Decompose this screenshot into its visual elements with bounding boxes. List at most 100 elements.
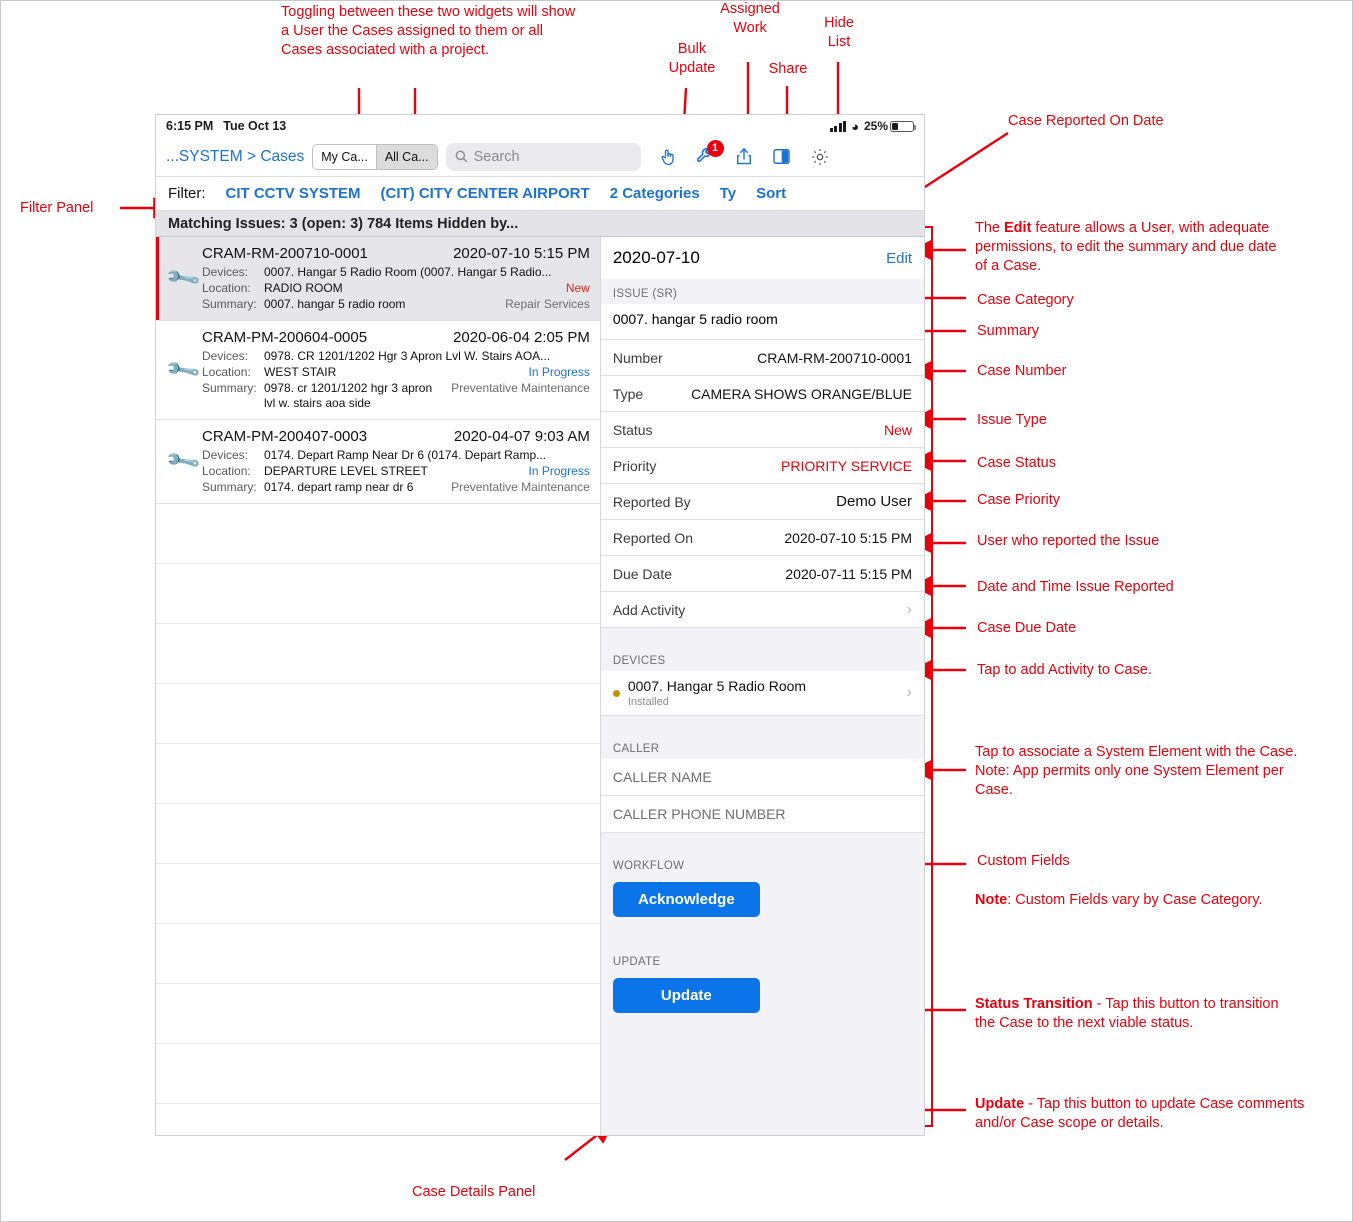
caller-name-placeholder: CALLER NAME bbox=[612, 769, 712, 785]
note-rest: : Custom Fields vary by Case Category. bbox=[1007, 892, 1263, 908]
caller-phone-placeholder: CALLER PHONE NUMBER bbox=[612, 806, 786, 822]
empty-list-row bbox=[156, 1044, 600, 1104]
caller-header: CALLER bbox=[612, 743, 660, 755]
status-cell: Status New bbox=[600, 412, 924, 448]
due-date-label: Due Date bbox=[612, 565, 672, 582]
case-summary-cell[interactable]: 0007. hangar 5 radio room bbox=[600, 304, 924, 340]
annotation-due-date: Case Due Date bbox=[977, 620, 1077, 636]
edit-anno-bold: Edit bbox=[1004, 220, 1032, 236]
annotation-custom-fields-note: Note: Custom Fields vary by Case Categor… bbox=[975, 891, 1275, 910]
acknowledge-button[interactable]: Acknowledge bbox=[612, 882, 760, 917]
cellular-signal-icon bbox=[829, 120, 847, 132]
case-list-item[interactable]: 🔧 CRAM-PM-200407-0003 2020-04-07 9:03 AM… bbox=[156, 420, 600, 504]
annotation-case-status: Case Status bbox=[977, 455, 1056, 471]
chevron-right-icon: › bbox=[906, 684, 912, 701]
bulk-update-icon[interactable] bbox=[657, 145, 679, 169]
issue-type-value: CAMERA SHOWS ORANGE/BLUE bbox=[691, 385, 912, 402]
status-badge: In Progress bbox=[528, 464, 590, 478]
workflow-header: WORKFLOW bbox=[612, 860, 685, 872]
wrench-icon: 🔧 bbox=[163, 442, 202, 480]
share-icon[interactable] bbox=[733, 145, 755, 169]
tablet-app-screenshot: 6:15 PM Tue Oct 13 ◕ 25% ...SYSTEM > Cas… bbox=[155, 114, 925, 1136]
category-value: Preventative Maintenance bbox=[451, 480, 590, 494]
filter-item-project[interactable]: (CIT) CITY CENTER AIRPORT bbox=[381, 185, 590, 202]
search-icon bbox=[455, 150, 467, 163]
empty-list-row bbox=[156, 804, 600, 864]
section-gap bbox=[600, 716, 924, 734]
case-list: 🔧 CRAM-RM-200710-0001 2020-07-10 5:15 PM… bbox=[156, 237, 600, 1135]
summary-value: 0978. cr 1201/1202 hgr 3 apron lvl w. st… bbox=[264, 381, 433, 410]
case-number: CRAM-PM-200407-0003 bbox=[202, 428, 368, 445]
section-gap bbox=[600, 628, 924, 646]
annotation-update: Update - Tap this button to update Case … bbox=[975, 1095, 1310, 1133]
annotation-assigned-work: Assigned Work bbox=[720, 1, 780, 36]
case-icon: 🔧 bbox=[164, 245, 202, 312]
annotation-add-activity: Tap to add Activity to Case. bbox=[977, 662, 1152, 678]
empty-list-row bbox=[156, 1104, 600, 1135]
annotation-case-priority: Case Priority bbox=[977, 492, 1060, 508]
case-date: 2020-07-10 5:15 PM bbox=[453, 245, 590, 262]
hide-list-icon[interactable] bbox=[771, 145, 793, 169]
settings-gear-icon[interactable] bbox=[809, 145, 831, 169]
filter-item-system[interactable]: CIT CCTV SYSTEM bbox=[226, 185, 361, 202]
case-number-value: CRAM-RM-200710-0001 bbox=[757, 349, 912, 366]
section-gap bbox=[600, 833, 924, 851]
case-icon: 🔧 bbox=[164, 329, 202, 411]
filter-item-categories[interactable]: 2 Categories bbox=[610, 185, 700, 202]
segment-all-cases[interactable]: All Ca... bbox=[375, 144, 437, 169]
case-summary-value: 0007. hangar 5 radio room bbox=[612, 311, 778, 327]
caller-phone-field[interactable]: CALLER PHONE NUMBER bbox=[600, 796, 924, 833]
case-icon: 🔧 bbox=[164, 428, 202, 495]
summary-label: Summary: bbox=[202, 297, 257, 311]
add-activity-cell[interactable]: Add Activity › bbox=[600, 592, 924, 628]
annotation-case-details-panel: Case Details Panel bbox=[412, 1184, 536, 1200]
search-input[interactable]: Search bbox=[445, 142, 641, 171]
case-date: 2020-04-07 9:03 AM bbox=[453, 428, 590, 445]
note-bold: Note bbox=[975, 892, 1008, 908]
filter-label: Filter: bbox=[168, 185, 206, 202]
reported-on-value: 2020-07-10 5:15 PM bbox=[784, 529, 912, 546]
case-category-header: ISSUE (SR) bbox=[612, 288, 678, 300]
app-navigation-bar: ...SYSTEM > Cases My Ca... All Ca... Sea… bbox=[156, 137, 924, 177]
devices-label: Devices: bbox=[202, 265, 249, 279]
category-value: Repair Services bbox=[505, 297, 590, 311]
status-bar: 6:15 PM Tue Oct 13 ◕ 25% bbox=[156, 115, 924, 137]
case-number: CRAM-PM-200604-0005 bbox=[202, 329, 368, 346]
summary-label: Summary: bbox=[202, 480, 257, 494]
assigned-work-icon[interactable]: 1 bbox=[695, 139, 724, 169]
reported-by-label: Reported By bbox=[612, 493, 691, 510]
case-list-item[interactable]: 🔧 CRAM-PM-200604-0005 2020-06-04 2:05 PM… bbox=[156, 321, 600, 420]
annotation-bulk-update: Bulk Update bbox=[668, 41, 716, 76]
filter-item-sort[interactable]: Sort bbox=[756, 185, 786, 202]
case-details-panel: 2020-07-10 Edit ISSUE (SR) 0007. hangar … bbox=[599, 237, 924, 1135]
add-activity-label: Add Activity bbox=[612, 601, 686, 618]
location-label: Location: bbox=[202, 281, 251, 295]
location-label: Location: bbox=[202, 365, 251, 379]
device-row[interactable]: 0007. Hangar 5 Radio Room Installed › bbox=[600, 671, 924, 716]
matching-issues-header: Matching Issues: 3 (open: 3) 784 Items H… bbox=[156, 211, 924, 237]
update-button-row: Update bbox=[600, 972, 924, 1025]
annotation-share: Share bbox=[768, 61, 808, 77]
location-value: WEST STAIR bbox=[264, 365, 337, 379]
st-bold: Status Transition bbox=[975, 996, 1093, 1012]
up-rest: - Tap this button to update Case comment… bbox=[975, 1096, 1305, 1131]
summary-label: Summary: bbox=[202, 381, 257, 395]
devices-label: Devices: bbox=[202, 349, 249, 363]
breadcrumb[interactable]: ...SYSTEM > Cases bbox=[166, 148, 304, 166]
update-button[interactable]: Update bbox=[612, 978, 760, 1013]
caller-name-field[interactable]: CALLER NAME bbox=[600, 759, 924, 796]
edit-button[interactable]: Edit bbox=[886, 250, 912, 267]
status-value: New bbox=[883, 421, 912, 438]
filter-item-type[interactable]: Ty bbox=[720, 185, 736, 202]
due-date-cell: Due Date 2020-07-11 5:15 PM bbox=[600, 556, 924, 592]
case-list-item[interactable]: 🔧 CRAM-RM-200710-0001 2020-07-10 5:15 PM… bbox=[156, 237, 600, 321]
wrench-icon: 🔧 bbox=[163, 259, 202, 297]
segment-my-cases[interactable]: My Ca... bbox=[313, 144, 376, 169]
devices-value: 0978. CR 1201/1202 Hgr 3 Apron Lvl W. St… bbox=[264, 349, 551, 363]
summary-value: 0007. hangar 5 radio room bbox=[264, 297, 406, 311]
wifi-icon: ◕ bbox=[851, 118, 859, 134]
status-label: Status bbox=[612, 421, 653, 438]
device-status-dot-icon bbox=[612, 689, 620, 697]
case-scope-segmented-control[interactable]: My Ca... All Ca... bbox=[312, 143, 438, 170]
due-date-value: 2020-07-11 5:15 PM bbox=[785, 565, 912, 582]
